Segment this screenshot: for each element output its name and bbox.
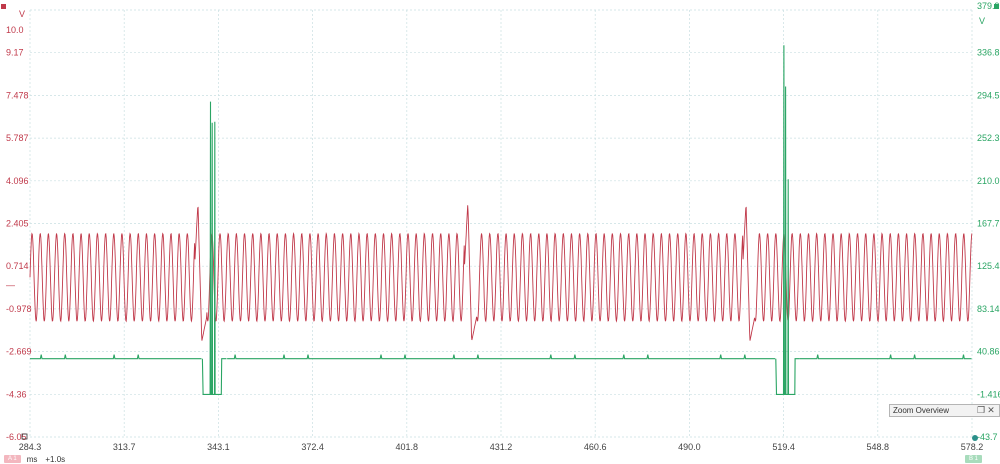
left-axis: 10.0 9.17 7.478 5.787 4.096 2.405 0.714 -0.978 -… (6, 25, 32, 442)
right-tick-label: 336.8 (977, 48, 1000, 58)
grid-lines (29, 9, 973, 438)
x-axis: 284.3 313.7 343.1 372.4 401.8 431.2 460.6 490.0… (19, 442, 984, 452)
left-tick-label: -4.36 (6, 389, 27, 399)
right-axis-unit: V (979, 16, 985, 26)
channel-a-trace (29, 205, 973, 341)
x-tick-label: 460.6 (584, 442, 607, 452)
oscilloscope-chart: 10.0 9.17 7.478 5.787 4.096 2.405 0.714 -0.978 -… (1, 1, 1000, 452)
status-bar: A 1 ms +1.0s B 1 (0, 454, 1000, 464)
right-tick-label: 252.3 (977, 133, 1000, 143)
x-end-handle[interactable] (972, 435, 978, 441)
left-tick-label: 4.096 (6, 176, 29, 186)
left-tick-label: 10.0 (6, 25, 24, 35)
zoom-overview-title: Zoom Overview (893, 406, 950, 415)
x-tick-label: 431.2 (490, 442, 513, 452)
right-tick-label: 83.14 (977, 304, 1000, 314)
zoom-overview-panel[interactable]: Zoom Overview ❐ ✕ (889, 404, 1000, 417)
left-tick-label: -2.669 (6, 347, 32, 357)
channel-b-badge[interactable]: B 1 (964, 455, 982, 463)
x-tick-label: 548.8 (867, 442, 890, 452)
left-tick-label: -6.05 (6, 432, 27, 442)
x-tick-label: 401.8 (396, 442, 419, 452)
left-tick-label: -0.978 (6, 304, 32, 314)
x-tick-label: 284.3 (19, 442, 42, 452)
right-tick-label: -1.416 (977, 389, 1000, 399)
restore-window-icon[interactable]: ❐ (976, 405, 986, 416)
x-tick-label: 490.0 (678, 442, 701, 452)
x-tick-label: 372.4 (301, 442, 324, 452)
x-tick-label: 343.1 (207, 442, 230, 452)
right-tick-label: 167.7 (977, 219, 1000, 229)
left-tick-label: 0.714 (6, 261, 29, 271)
channel-b-handle[interactable] (994, 4, 999, 9)
right-axis: 379.9336.8294.5252.3210.0167.7125.483.14… (977, 1, 1000, 442)
x-tick-label: 578.2 (961, 442, 984, 452)
right-tick-label: 294.5 (977, 90, 1000, 100)
channel-a-badge[interactable]: A 1 (4, 455, 21, 463)
x-tick-label: 313.7 (113, 442, 136, 452)
right-tick-label: -43.7 (977, 432, 998, 442)
left-tick-label: 5.787 (6, 133, 29, 143)
right-tick-label: 125.4 (977, 261, 1000, 271)
x-unit-label: ms (26, 454, 38, 464)
left-tick-label: 9.17 (6, 48, 24, 58)
left-axis-marker[interactable]: — (6, 280, 15, 290)
right-tick-label: 40.86 (977, 347, 1000, 357)
channel-a-handle[interactable] (1, 4, 6, 9)
close-icon[interactable]: ✕ (986, 405, 996, 416)
time-offset-label: +1.0s (45, 454, 66, 464)
left-axis-unit: V (19, 9, 25, 19)
right-tick-label: 210.0 (977, 176, 1000, 186)
left-tick-label: 7.478 (6, 90, 29, 100)
x-tick-label: 519.4 (772, 442, 795, 452)
left-tick-label: 2.405 (6, 219, 29, 229)
